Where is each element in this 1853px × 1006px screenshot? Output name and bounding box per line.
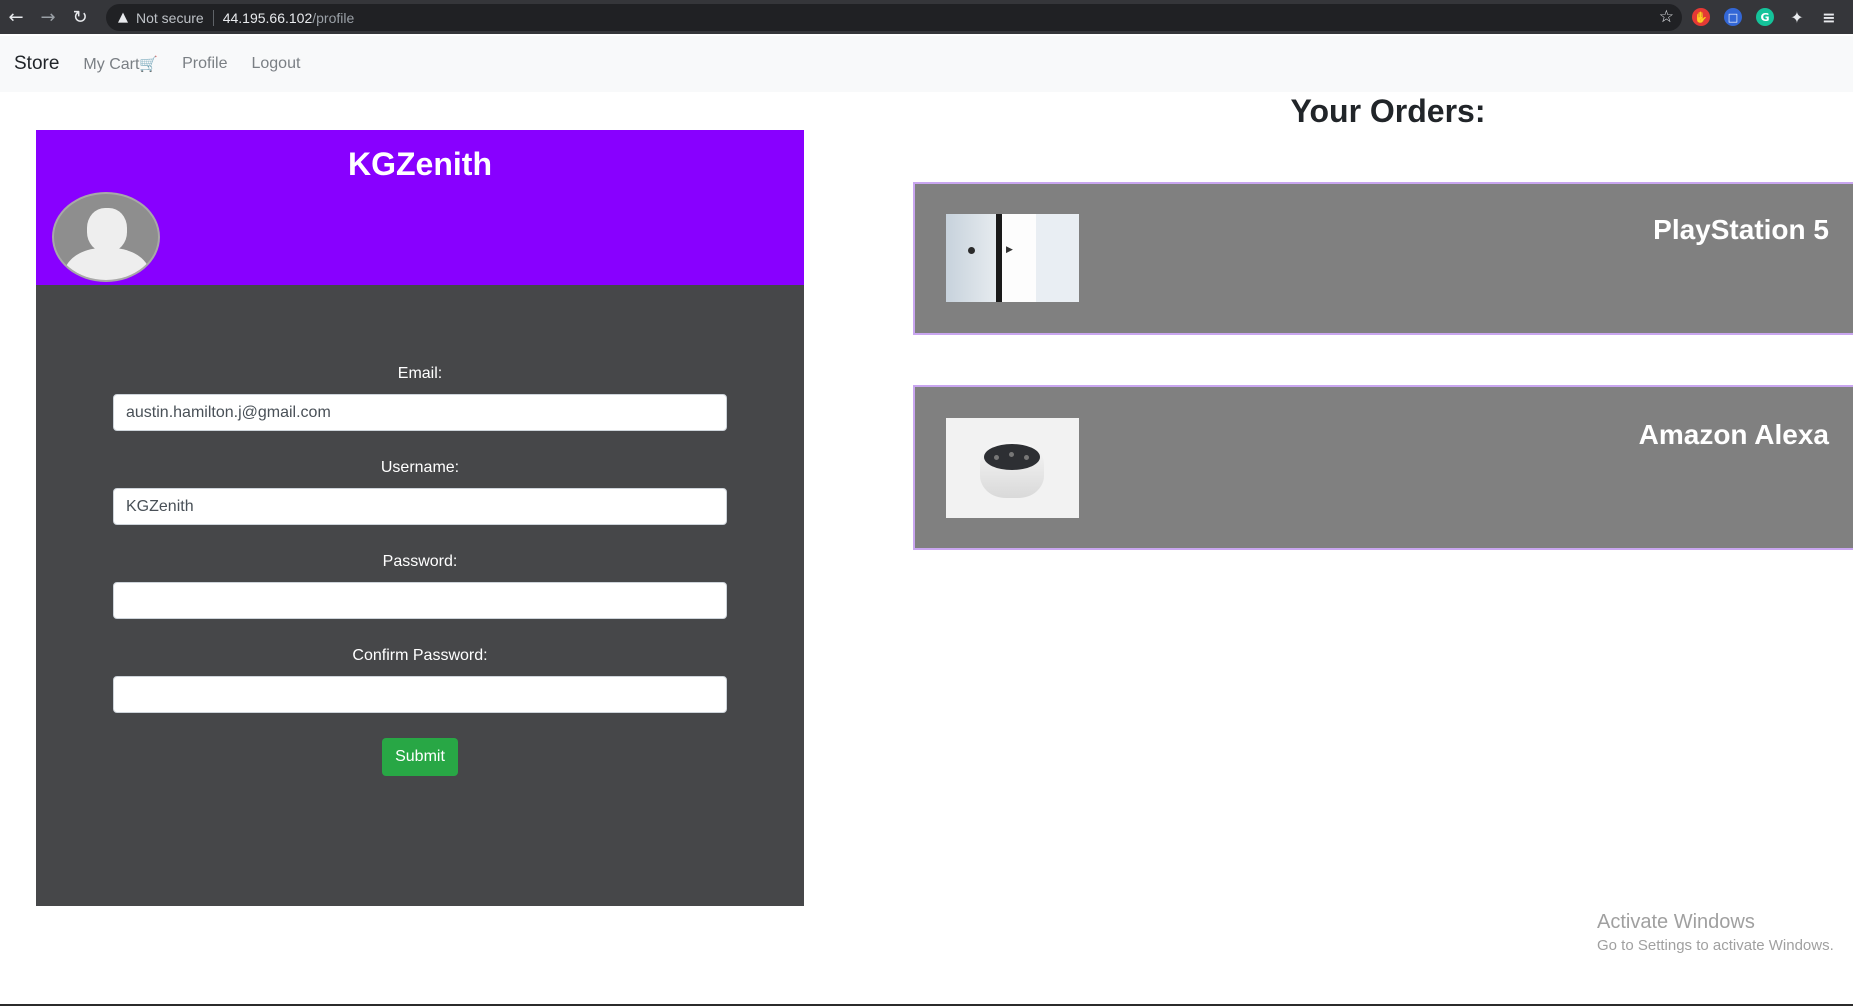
password-label: Password: [382, 553, 458, 570]
security-status[interactable]: Not secure [136, 10, 204, 26]
nav-profile[interactable]: Profile [182, 55, 227, 73]
brand-link[interactable]: Store [14, 53, 59, 75]
extension-doc-icon[interactable]: □ [1724, 8, 1742, 26]
order-card[interactable]: ▶ PlayStation 5 [913, 182, 1853, 335]
nav-my-cart-label: My Cart [83, 55, 140, 73]
avatar-head-shape [87, 208, 127, 252]
extensions-puzzle-icon[interactable]: ✦ [1788, 8, 1806, 27]
browser-toolbar: ← → ↻ ▲ Not secure 44.195.66.102/profile… [0, 0, 1853, 34]
password-field[interactable] [113, 582, 727, 619]
order-item-name: PlayStation 5 [1653, 214, 1829, 245]
order-card[interactable]: Amazon Alexa [913, 385, 1853, 550]
email-field[interactable] [113, 394, 727, 431]
activate-windows-title: Activate Windows [1597, 911, 1755, 933]
avatar-body-shape [64, 248, 150, 280]
email-label: Email: [397, 365, 443, 382]
address-bar[interactable]: ▲ Not secure 44.195.66.102/profile ☆ [106, 4, 1682, 31]
bookmark-star-icon[interactable]: ☆ [1659, 7, 1674, 27]
cart-icon: 🛒 [139, 54, 159, 73]
reload-icon[interactable]: ↻ [64, 0, 96, 34]
reading-list-icon[interactable]: ≡ [1820, 8, 1838, 27]
playstation-logo-icon: ▶ [1006, 245, 1013, 255]
site-navbar: Store My Cart🛒 Profile Logout [0, 36, 1853, 92]
profile-form: Email: Username: Password: Confirm Passw… [36, 285, 804, 906]
order-item-name: Amazon Alexa [1638, 419, 1829, 450]
confirm-password-field[interactable] [113, 676, 727, 713]
username-label: Username: [380, 459, 460, 476]
username-field[interactable] [113, 488, 727, 525]
forward-icon[interactable]: → [32, 0, 64, 34]
profile-header: KGZenith [36, 130, 804, 285]
orders-title: Your Orders: [1290, 93, 1486, 129]
activate-windows-subtitle: Go to Settings to activate Windows. [1597, 937, 1834, 954]
url-host: 44.195.66.102 [222, 9, 313, 26]
extension-icons: ✋ □ G ✦ ≡ [1692, 0, 1838, 34]
warning-icon: ▲ [118, 10, 128, 25]
submit-button[interactable]: Submit [382, 738, 458, 776]
confirm-password-label: Confirm Password: [352, 647, 488, 664]
url-divider [212, 9, 214, 26]
nav-my-cart[interactable]: My Cart🛒 [83, 55, 158, 74]
nav-logout[interactable]: Logout [251, 55, 300, 73]
profile-username-title: KGZenith [348, 146, 492, 182]
extension-adblock-icon[interactable]: ✋ [1692, 8, 1710, 26]
url-path: /profile [312, 9, 355, 26]
back-icon[interactable]: ← [0, 0, 32, 34]
playstation-5-photo: ▶ [946, 214, 1079, 302]
avatar [52, 192, 160, 282]
extension-grammarly-icon[interactable]: G [1756, 8, 1774, 26]
amazon-alexa-photo [946, 418, 1079, 518]
